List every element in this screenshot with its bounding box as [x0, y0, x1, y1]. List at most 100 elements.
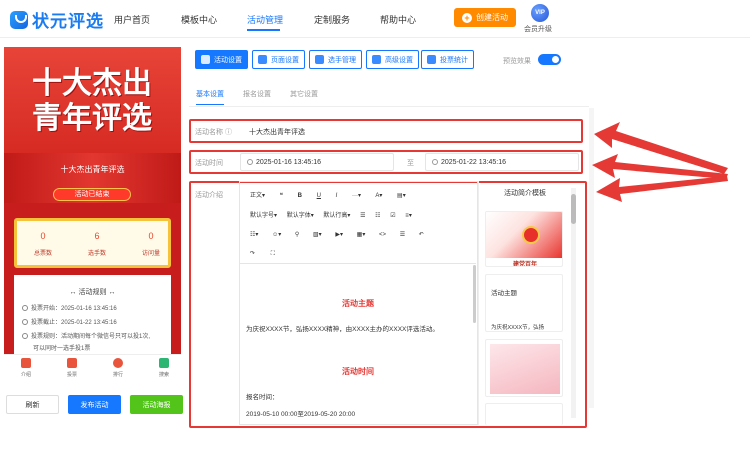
tab-label: 排行: [112, 372, 123, 378]
annotation-arrows: [592, 122, 728, 202]
vip-upgrade-link[interactable]: 会员升级: [524, 24, 552, 34]
tab-label: 介绍: [20, 372, 31, 378]
editor-toolbar-row2[interactable]: 默认字号▾ 默认字体▾ 默认行高▾ ☰ ☷ ☑ ≡▾: [250, 210, 412, 219]
template-scrollbar[interactable]: [571, 188, 576, 418]
refresh-button[interactable]: 刷新: [6, 395, 59, 414]
subtab-active-underline: [196, 104, 224, 105]
clock-icon: [22, 305, 28, 311]
preview-tabbar: 介绍 投票 排行 搜索: [4, 354, 181, 381]
rule-vote-end: 投票截止：2025-01-22 13:45:16: [22, 317, 117, 326]
contestant-management-button[interactable]: 选手管理: [309, 50, 362, 69]
users-icon: [315, 55, 324, 64]
activity-name-label: 活动名称 ⓘ: [195, 129, 232, 136]
tab-search[interactable]: 搜索: [149, 358, 179, 378]
gear-icon: [258, 55, 267, 64]
time-separator: 至: [407, 160, 414, 167]
activity-status-badge: 活动已结束: [53, 188, 131, 201]
preview-activity-name: 十大杰出青年评选: [60, 165, 125, 174]
stat-label: 访问量: [141, 251, 160, 257]
tab-registration-settings[interactable]: 报名设置: [243, 89, 271, 99]
stats-panel: 0 总票数 6 选手数 0 访问量: [14, 218, 171, 268]
template-item[interactable]: [485, 403, 563, 425]
intro-icon: [21, 358, 31, 368]
rule-vote-start: 投票开始：2025-01-16 13:45:16: [22, 303, 117, 312]
tab-label: 投票: [66, 372, 77, 378]
nav-active-underline: [247, 29, 280, 31]
create-activity-button[interactable]: + 创建活动: [454, 8, 516, 27]
stat-value: 0: [40, 231, 46, 241]
info-icon: [22, 333, 28, 339]
tab-ranking[interactable]: 排行: [103, 358, 133, 378]
vote-icon: [67, 358, 77, 368]
settings-icon: [201, 55, 210, 64]
tab-basic-settings[interactable]: 基本设置: [196, 89, 224, 99]
end-time-input[interactable]: 2025-01-22 13:45:16: [425, 153, 579, 171]
editor-toolbar-row3[interactable]: ☷▾ ☺▾ ⚲ ▧▾ ▶▾ ▦▾ <> ☰ ↶: [250, 231, 424, 238]
ranking-icon: [113, 358, 123, 368]
logo-icon: [10, 10, 28, 29]
tab-vote[interactable]: 投票: [57, 358, 87, 378]
clock-icon: [432, 159, 438, 165]
poster-title-line1: 十大杰出: [32, 66, 152, 101]
stat-label: 总票数: [33, 251, 52, 257]
top-navbar: 状元评选 用户首页 模板中心 活动管理 定制服务 帮助中心 + 创建活动 VIP…: [0, 0, 750, 38]
vip-icon[interactable]: VIP: [531, 4, 549, 22]
editor-toolbar-row4[interactable]: ↷ ⛶: [250, 250, 275, 258]
template-caption: 为庆祝XXXX节，弘扬: [491, 325, 545, 331]
stat-contestants: 6 选手数: [77, 231, 117, 257]
create-activity-label: 创建活动: [476, 13, 508, 22]
stat-visits: 0 访问量: [131, 231, 171, 257]
page-settings-button[interactable]: 页面设置: [252, 50, 305, 69]
logo-text: 状元评选: [32, 12, 104, 31]
stat-label: 选手数: [87, 251, 106, 257]
tab-other-settings[interactable]: 其它设置: [290, 89, 318, 99]
advanced-settings-button[interactable]: 高级设置: [366, 50, 419, 69]
editor-scrollbar[interactable]: [473, 265, 476, 323]
poster-banner: 十大杰出 青年评选: [4, 47, 181, 155]
stat-value: 6: [94, 231, 100, 241]
preview-effect-label: 预览效果: [503, 58, 531, 65]
activity-time-label: 活动时间: [195, 160, 223, 167]
editor-toolbar-row1[interactable]: 正文▾ ❝ B U I ···▾ A▾ ▤▾: [250, 190, 406, 199]
party-emblem-icon: [522, 226, 540, 244]
nav-item-help[interactable]: 帮助中心: [380, 13, 416, 26]
content-heading-theme: 活动主题: [342, 299, 374, 308]
nav-item-activity-management[interactable]: 活动管理: [247, 13, 283, 26]
template-item[interactable]: [485, 339, 563, 397]
plus-icon: +: [462, 12, 472, 23]
preview-effect-toggle[interactable]: [538, 54, 561, 65]
vote-statistics-button[interactable]: 投票统计: [421, 50, 474, 69]
template-panel-title: 活动简介模板: [504, 190, 546, 197]
stat-value: 0: [148, 231, 154, 241]
mobile-preview: 十大杰出 青年评选 十大杰出青年评选 活动已结束 0 总票数 6 选手数 0 访…: [4, 47, 181, 381]
template-thumbnail: [490, 344, 560, 394]
stat-total-votes: 0 总票数: [23, 231, 63, 257]
editor-content[interactable]: 活动主题 为庆祝XXXX节，弘扬XXXX精神，由XXXX主办的XXXX评选活动。…: [240, 263, 476, 423]
intro-template-panel: 活动简介模板 建党百年 活动主题 为庆祝XXXX节，弘扬: [478, 181, 577, 425]
template-caption: 建党百年: [512, 262, 537, 267]
publish-activity-button[interactable]: 发布活动: [68, 395, 121, 414]
tab-intro[interactable]: 介绍: [11, 358, 41, 378]
content-heading-time: 活动时间: [342, 367, 374, 376]
activity-intro-label: 活动介绍: [195, 192, 223, 199]
activity-name-input[interactable]: 十大杰出青年评选: [249, 127, 305, 137]
logo[interactable]: 状元评选: [10, 7, 104, 32]
start-time-input[interactable]: 2025-01-16 13:45:16: [240, 153, 394, 171]
content-paragraph: 2019-05-10 00:00至2019-05-20 20:00: [246, 411, 356, 418]
content-paragraph: 为庆祝XXXX节，弘扬XXXX精神，由XXXX主办的XXXX评选活动。: [246, 326, 439, 333]
arrow-icon: [596, 176, 728, 202]
clock-icon: [22, 319, 28, 325]
nav-item-custom-service[interactable]: 定制服务: [314, 13, 350, 26]
search-icon: [159, 358, 169, 368]
activity-settings-button[interactable]: 活动设置: [195, 50, 248, 69]
rules-title: ↔ 活动规则 ↔: [69, 289, 116, 296]
subtab-divider: [189, 106, 589, 107]
nav-item-home[interactable]: 用户首页: [114, 13, 150, 26]
template-item[interactable]: 建党百年: [485, 211, 563, 267]
template-caption: 活动主题: [491, 290, 517, 297]
template-item[interactable]: 活动主题 为庆祝XXXX节，弘扬: [485, 274, 563, 332]
activity-poster-button[interactable]: 活动海报: [130, 395, 183, 414]
poster-title-line2: 青年评选: [32, 101, 152, 136]
clock-icon: [247, 159, 253, 165]
nav-item-templates[interactable]: 模板中心: [181, 13, 217, 26]
